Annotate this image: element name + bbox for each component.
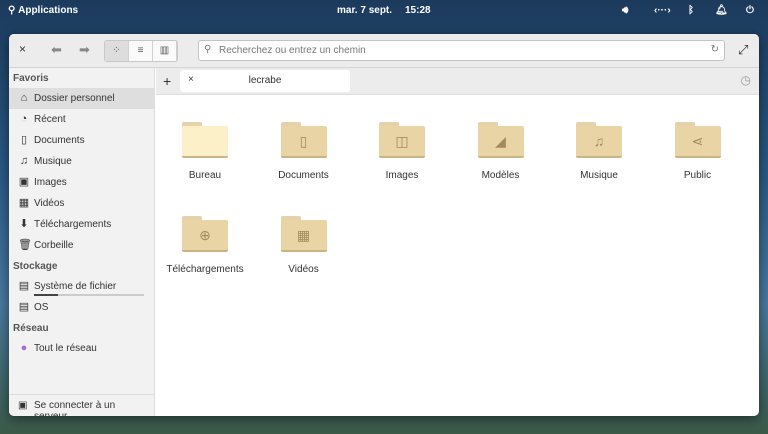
folder-item[interactable]: ◢ Modèles <box>456 122 546 181</box>
sidebar-item[interactable]: ▣ Images <box>9 172 154 193</box>
drive-icon: ▤ <box>18 301 30 313</box>
sidebar-icon: ▯ <box>20 134 28 146</box>
folder-item[interactable]: ◫ Images <box>357 122 447 181</box>
section-stockage: Stockage <box>13 261 58 272</box>
close-tab-icon[interactable]: × <box>188 74 194 85</box>
connect-server-button[interactable]: ▣Se connecter à un serveur... <box>9 394 154 416</box>
sidebar-icon: ◔ <box>20 113 28 125</box>
tab-bar: + × lecrabe ◷ <box>156 68 759 95</box>
drive-icon: ▤ <box>18 280 30 292</box>
history-icon[interactable]: ◷ <box>741 73 751 87</box>
folder-icon: ◢ <box>477 122 524 158</box>
folder-item[interactable]: ▯ Documents <box>259 122 349 181</box>
folder-item[interactable]: Bureau <box>160 122 250 181</box>
sidebar-icon: ▦ <box>18 197 30 209</box>
sidebar-item[interactable]: ◔ Récent <box>9 109 154 130</box>
sidebar-icon: ♫ <box>19 155 29 167</box>
folder-item[interactable]: ⊕ Téléchargements <box>160 216 250 275</box>
search-icon: ⚲ <box>204 44 212 55</box>
sidebar-item-network[interactable]: ● Tout le réseau <box>9 338 154 359</box>
folder-icon: ▦ <box>280 216 327 252</box>
file-manager-window: × ⬅ ➡ ⁘ ≡ ▥ ⚲ Recherchez ou entrez un ch… <box>9 34 759 416</box>
sidebar-item-os[interactable]: ▤ OS <box>9 297 154 318</box>
header-bar: × ⬅ ➡ ⁘ ≡ ▥ ⚲ Recherchez ou entrez un ch… <box>9 34 759 68</box>
sidebar-item-filesystem[interactable]: ▤ Système de fichier <box>9 276 154 297</box>
folder-icon: ◫ <box>379 122 425 158</box>
tab-lecrabe[interactable]: × lecrabe <box>180 70 350 92</box>
folder-item[interactable]: ▦ Vidéos <box>259 216 349 275</box>
sidebar-item[interactable]: ▦ Vidéos <box>9 193 154 214</box>
power-icon[interactable]: ⏻ <box>746 5 754 16</box>
section-reseau: Réseau <box>13 323 49 334</box>
sidebar-item[interactable]: ⌂ Dossier personnel <box>9 88 154 109</box>
folder-icon: ⋖ <box>674 122 721 158</box>
list-view-icon[interactable]: ≡ <box>129 41 153 61</box>
sidebar-icon: ▣ <box>18 176 30 188</box>
folder-item[interactable]: ⋖ Public <box>653 122 743 181</box>
folder-icon <box>182 122 228 158</box>
folder-icon: ♫ <box>576 122 622 158</box>
clock[interactable]: 15:28 <box>405 5 431 16</box>
view-switcher: ⁘ ≡ ▥ <box>104 40 178 62</box>
folder-item[interactable]: ♫ Musique <box>554 122 644 181</box>
grid-view-icon[interactable]: ⁘ <box>105 41 129 61</box>
applications-menu[interactable]: ⚲ Applications <box>8 5 78 16</box>
date[interactable]: mar. 7 sept. <box>337 5 392 16</box>
top-panel: ⚲ Applications mar. 7 sept. 15:28 🔊︎ ‹··… <box>0 0 768 22</box>
sidebar-icon: 🗑 <box>18 239 32 251</box>
section-favoris: Favoris <box>13 73 49 84</box>
folder-icon: ▯ <box>280 122 327 158</box>
forward-icon[interactable]: ➡ <box>79 42 90 58</box>
bluetooth-icon[interactable]: ᛒ <box>688 5 694 16</box>
network-icon[interactable]: ‹···› <box>654 5 671 16</box>
main-area: + × lecrabe ◷ Bureau ▯ Documents ◫ Images ◢ Mod… <box>156 68 759 416</box>
sidebar: Favoris ⌂ Dossier personnel ◔ Récent ▯ Docume… <box>9 68 155 416</box>
close-icon[interactable]: × <box>19 42 26 56</box>
new-tab-icon[interactable]: + <box>163 73 171 89</box>
volume-icon[interactable]: 🔊︎ <box>622 5 628 16</box>
fullscreen-icon[interactable]: ⤢ <box>738 42 748 58</box>
reload-icon[interactable]: ↻ <box>711 44 719 55</box>
server-icon: ▣ <box>18 400 28 411</box>
folder-icon: ⊕ <box>182 216 228 252</box>
sidebar-icon: ⬇ <box>19 218 29 230</box>
sidebar-icon: ⌂ <box>20 92 28 104</box>
column-view-icon[interactable]: ▥ <box>153 41 177 61</box>
disk-usage-bar <box>34 294 144 296</box>
sidebar-item[interactable]: ▯ Documents <box>9 130 154 151</box>
back-icon[interactable]: ⬅ <box>51 42 62 58</box>
network-globe-icon: ● <box>20 342 28 354</box>
sidebar-item[interactable]: ⬇ Téléchargements <box>9 214 154 235</box>
notifications-icon[interactable]: 🔔︎ <box>715 5 728 16</box>
sidebar-item[interactable]: ♫ Musique <box>9 151 154 172</box>
sidebar-item[interactable]: 🗑 Corbeille <box>9 235 154 256</box>
search-input[interactable]: ⚲ Recherchez ou entrez un chemin ↻ <box>198 40 725 61</box>
